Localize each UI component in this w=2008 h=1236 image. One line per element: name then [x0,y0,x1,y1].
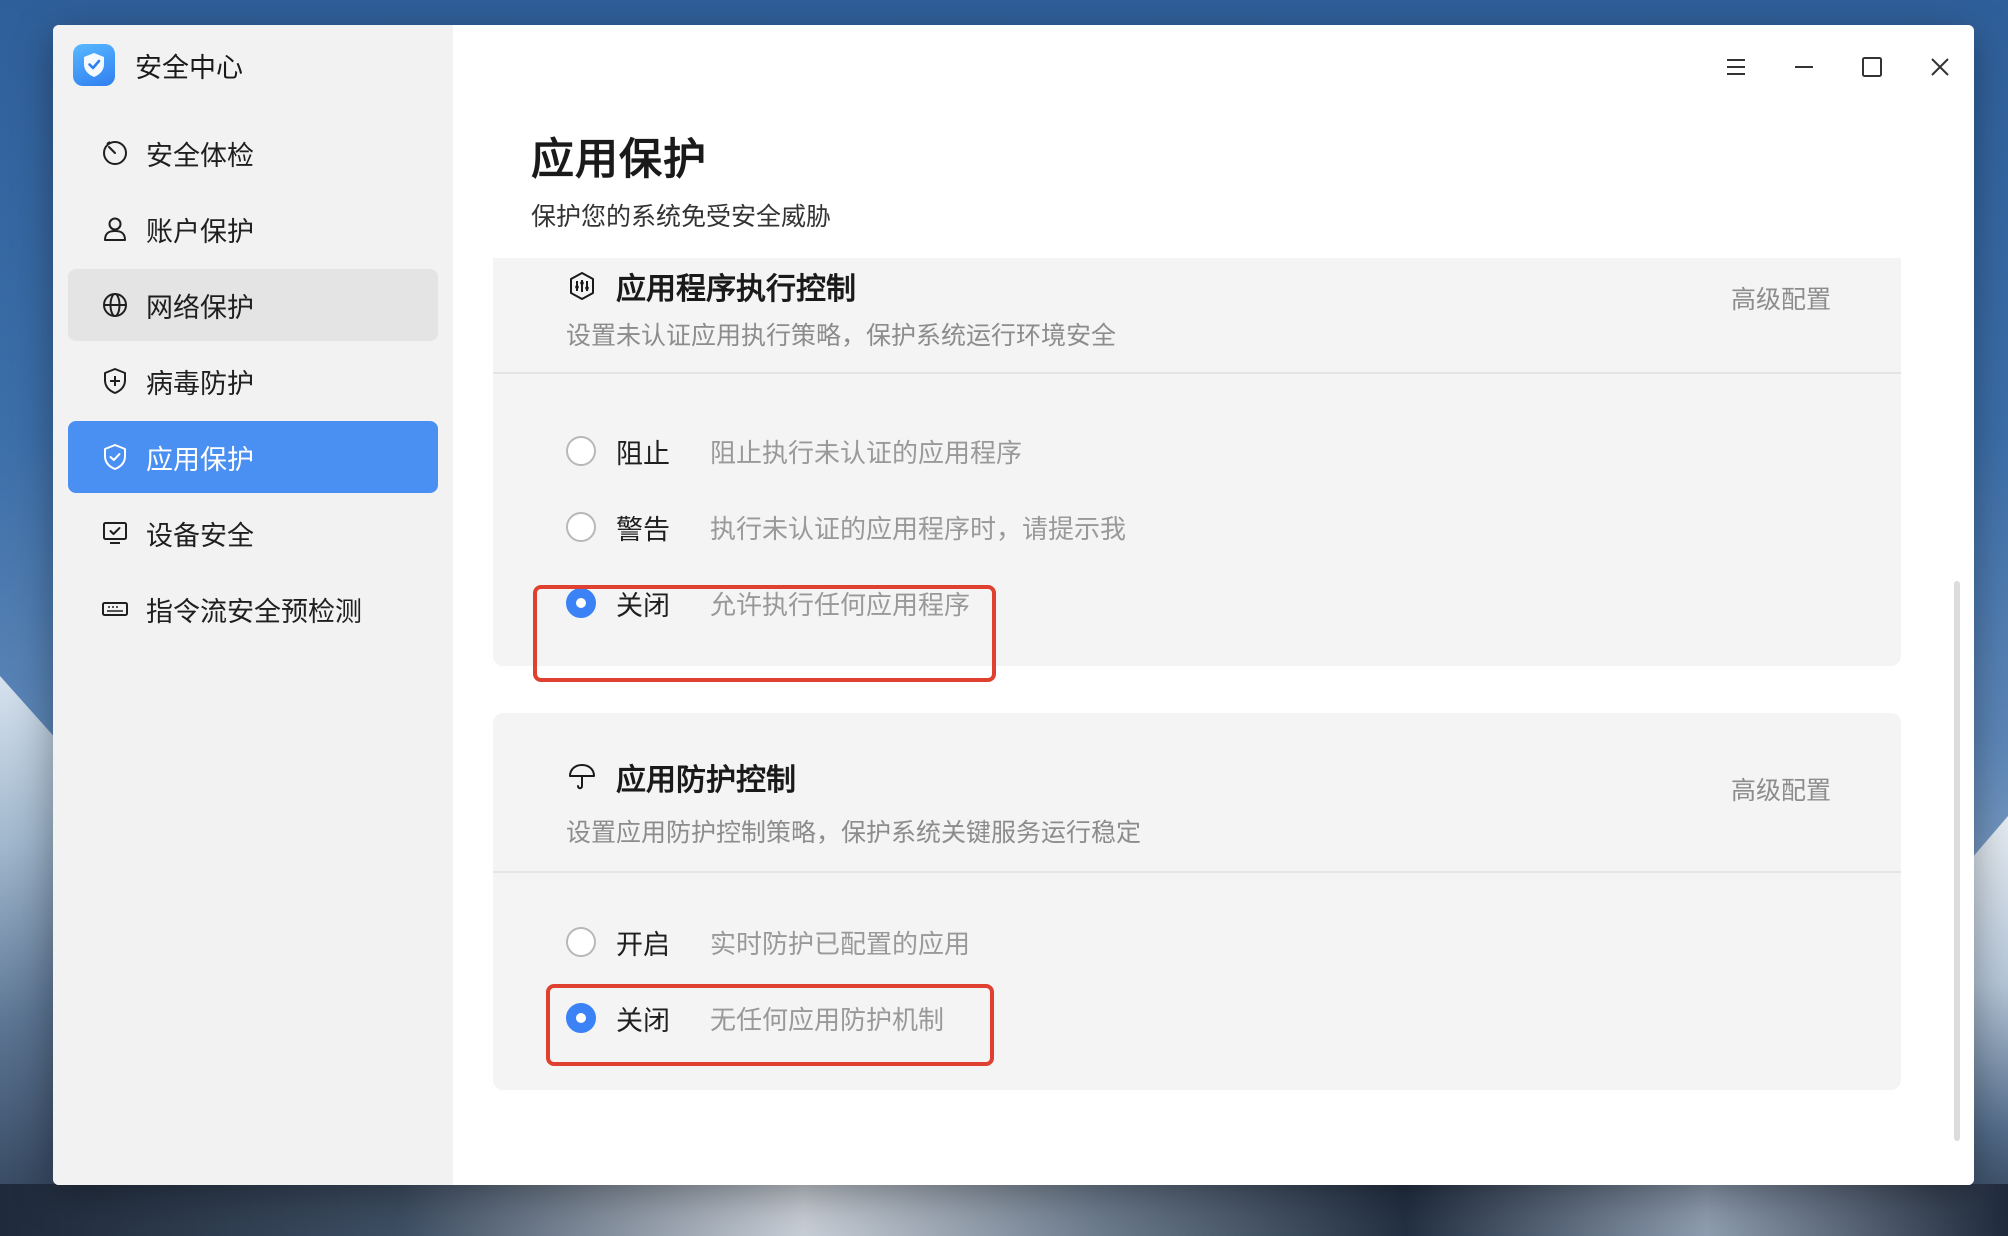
page-header: 应用保护 保护您的系统免受安全威胁 [531,125,831,233]
sidebar-item-label: 账户保护 [146,216,254,248]
globe-icon [100,290,130,320]
option-off[interactable]: 关闭 无任何应用防护机制 [566,998,944,1038]
user-icon [100,214,130,244]
window-controls [1716,47,1960,87]
section-title: 应用程序执行控制 [616,272,856,307]
scrollbar[interactable] [1954,581,1960,1141]
sidebar-item-label: 应用保护 [146,444,254,476]
app-title: 安全中心 [135,52,243,84]
option-description: 无任何应用防护机制 [710,1005,945,1036]
option-on[interactable]: 开启 实时防护已配置的应用 [566,922,970,962]
option-block[interactable]: 阻止 阻止执行未认证的应用程序 [566,431,1022,471]
section-app-protection-control: 应用防护控制 设置应用防护控制策略，保护系统关键服务运行稳定 高级配置 开启 实… [493,713,1901,1090]
sidebar-item-label: 病毒防护 [146,368,254,400]
content-scroll-area: 应用程序执行控制 设置未认证应用执行策略，保护系统运行环境安全 高级配置 阻止 … [493,258,1901,1158]
section-header: 应用程序执行控制 设置未认证应用执行策略，保护系统运行环境安全 高级配置 [493,258,1901,374]
sidebar-item-device-security[interactable]: 设备安全 [68,497,438,569]
option-off[interactable]: 关闭 允许执行任何应用程序 [566,583,970,623]
option-description: 执行未认证的应用程序时，请提示我 [710,514,1127,545]
sidebar-item-security-checkup[interactable]: 安全体检 [68,117,438,189]
option-label: 警告 [616,514,670,546]
option-label: 关闭 [616,1005,670,1037]
option-label: 开启 [616,929,670,961]
menu-icon[interactable] [1716,47,1756,87]
section-exec-control: 应用程序执行控制 设置未认证应用执行策略，保护系统运行环境安全 高级配置 阻止 … [493,258,1901,666]
sidebar-item-command-flow-precheck[interactable]: 指令流安全预检测 [68,573,438,645]
radio-block[interactable] [566,436,596,466]
scan-clock-icon [100,138,130,168]
shield-check-icon [100,442,130,472]
sidebar-item-account-protection[interactable]: 账户保护 [68,193,438,265]
advanced-config-link[interactable]: 高级配置 [1731,771,1831,807]
sidebar-item-virus-protection[interactable]: 病毒防护 [68,345,438,417]
drive-icon [100,594,130,624]
sidebar-item-label: 设备安全 [146,520,254,552]
shield-badge-icon [73,44,115,86]
page-title: 应用保护 [531,135,707,185]
option-description: 允许执行任何应用程序 [710,590,971,621]
minimize-icon[interactable] [1784,47,1824,87]
radio-on[interactable] [566,927,596,957]
radio-off-checked[interactable] [566,1003,596,1033]
advanced-config-link[interactable]: 高级配置 [1731,280,1831,316]
security-center-window: 安全中心 安全体检 账户保护 网络保护 病毒防护 应用保护 设备安全 指令流安全… [53,25,1974,1185]
section-title-row: 应用程序执行控制 [566,264,856,308]
shield-plus-icon [100,366,130,396]
radio-warn[interactable] [566,512,596,542]
wallpaper-mountain-bottom [0,1184,2008,1236]
sidebar-item-network-protection[interactable]: 网络保护 [68,269,438,341]
monitor-check-icon [100,518,130,548]
option-description: 实时防护已配置的应用 [710,929,971,960]
sidebar-item-label: 安全体检 [146,140,254,172]
radio-off-checked[interactable] [566,588,596,618]
section-description: 设置未认证应用执行策略，保护系统运行环境安全 [566,321,1117,350]
option-label: 阻止 [616,438,670,470]
sidebar-nav: 安全体检 账户保护 网络保护 病毒防护 应用保护 设备安全 指令流安全预检测 [53,117,453,645]
wallpaper-mountain-right [1972,816,2008,1236]
section-title-row: 应用防护控制 [566,755,796,799]
close-icon[interactable] [1920,47,1960,87]
sidebar-item-label: 指令流安全预检测 [146,596,362,628]
main-panel: 应用保护 保护您的系统免受安全威胁 应用程序执行控制 设置未认证应用执行策略，保… [453,25,1974,1185]
page-subtitle: 保护您的系统免受安全威胁 [531,202,832,231]
option-warn[interactable]: 警告 执行未认证的应用程序时，请提示我 [566,507,1126,547]
umbrella-icon [566,761,598,793]
option-label: 关闭 [616,590,670,622]
sidebar-item-label: 网络保护 [146,292,254,324]
exec-control-icon [566,270,598,302]
section-title: 应用防护控制 [616,763,796,798]
option-description: 阻止执行未认证的应用程序 [710,438,1023,469]
sidebar: 安全中心 安全体检 账户保护 网络保护 病毒防护 应用保护 设备安全 指令流安全… [53,25,453,1185]
app-header: 安全中心 [53,25,453,105]
maximize-icon[interactable] [1852,47,1892,87]
sidebar-item-app-protection[interactable]: 应用保护 [68,421,438,493]
section-description: 设置应用防护控制策略，保护系统关键服务运行稳定 [566,818,1142,847]
section-header: 应用防护控制 设置应用防护控制策略，保护系统关键服务运行稳定 高级配置 [493,713,1901,873]
wallpaper-mountain-left [0,676,60,1236]
